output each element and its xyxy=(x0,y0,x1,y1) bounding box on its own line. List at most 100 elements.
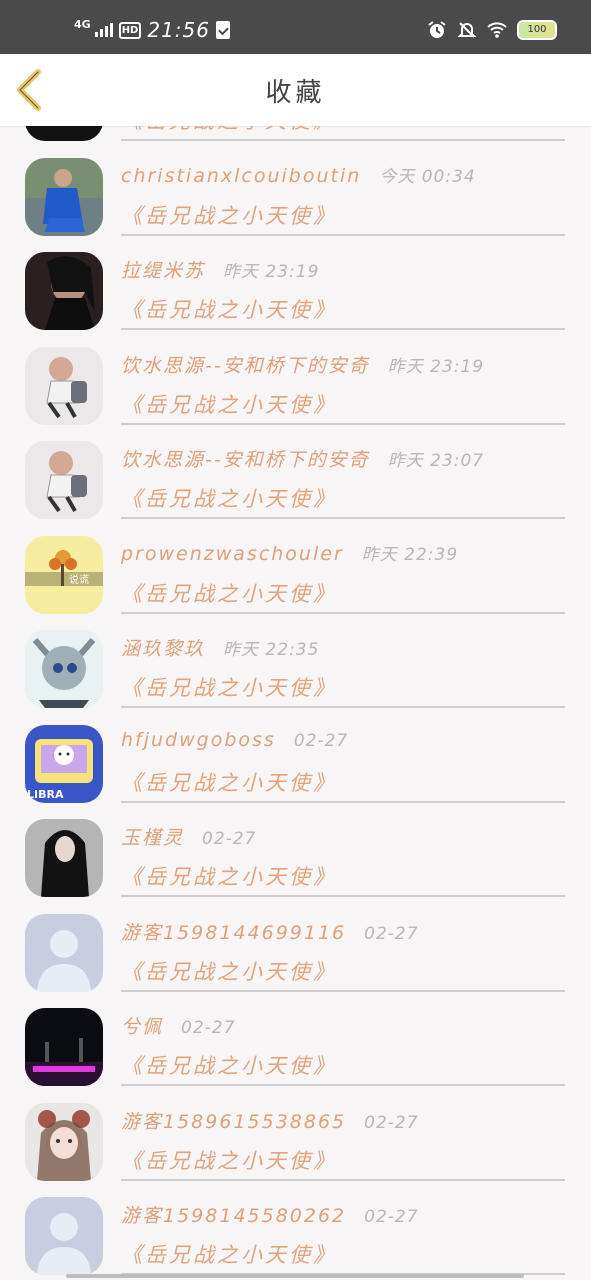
user-name[interactable]: 游客1598145580262 02-27 xyxy=(121,1201,419,1228)
user-name-text: 游客1598144699116 xyxy=(121,921,347,944)
list-item[interactable]: 拉缇米苏 昨天 23:19 《岳兄战之小天使》 xyxy=(0,238,591,333)
timestamp: 昨天 23:07 xyxy=(387,451,485,471)
avatar[interactable] xyxy=(25,630,103,708)
divider xyxy=(121,422,565,425)
hd-icon: HD xyxy=(118,21,142,39)
divider xyxy=(121,800,565,803)
list-item[interactable]: 饮水思源--安和桥下的安奇 昨天 23:07 《岳兄战之小天使》 xyxy=(0,427,591,522)
dark-skull-avatar xyxy=(25,126,103,141)
svg-text:LIBRA: LIBRA xyxy=(27,788,64,801)
list-item[interactable]: 饮水思源--安和桥下的安奇 昨天 23:19 《岳兄战之小天使》 xyxy=(0,333,591,428)
avatar[interactable] xyxy=(25,1102,103,1181)
wifi-icon xyxy=(487,22,507,38)
home-indicator[interactable] xyxy=(66,1274,524,1278)
work-title[interactable]: 《岳兄战之小天使》 xyxy=(121,200,337,230)
work-title[interactable]: 《岳兄战之小天使》 xyxy=(121,672,337,702)
avatar[interactable] xyxy=(25,441,103,519)
avatar[interactable] xyxy=(25,1008,103,1086)
anime-girl-backpack-avatar xyxy=(25,441,103,519)
user-name[interactable]: 玉槿灵 02-27 xyxy=(121,823,256,850)
list-item[interactable]: christianxlcouiboutin 今天 00:34 《岳兄战之小天使》 xyxy=(0,144,591,239)
page-title: 收藏 xyxy=(265,78,326,108)
avatar[interactable] xyxy=(25,346,103,425)
avatar[interactable] xyxy=(25,913,103,992)
work-title[interactable]: 《岳兄战之小天使》 xyxy=(121,389,337,419)
default-person-avatar xyxy=(25,1197,103,1275)
user-name-text: christianxlcouiboutin xyxy=(121,164,362,187)
work-title[interactable]: 《岳兄战之小天使》 xyxy=(121,294,337,324)
alarm-icon xyxy=(428,21,446,38)
user-name[interactable]: 涵玖黎玖 昨天 22:35 xyxy=(121,634,319,661)
divider xyxy=(121,1178,565,1181)
timestamp: 02-27 xyxy=(364,923,419,944)
user-name[interactable]: hfjudwgoboss 02-27 xyxy=(121,729,348,751)
list-item[interactable]: 游客1598144699116 02-27 《岳兄战之小天使》 xyxy=(0,900,591,995)
timestamp: 昨天 23:19 xyxy=(223,262,320,282)
timestamp: 02-27 xyxy=(364,1112,419,1133)
favorites-list[interactable]: 《岳兄战之小天使》 christianxlcouiboutin 今天 00:34 《岳… xyxy=(0,126,591,1280)
user-name-text: 游客1589615538865 xyxy=(121,1110,347,1133)
avatar[interactable]: 说谎 xyxy=(25,535,103,614)
dark-girl-avatar xyxy=(25,252,103,330)
user-name-text: 拉缇米苏 xyxy=(121,260,206,282)
divider xyxy=(121,611,565,614)
work-title[interactable]: 《岳兄战之小天使》 xyxy=(121,767,337,797)
libra-cartoon-avatar: LIBRA xyxy=(25,724,103,803)
work-title[interactable]: 《岳兄战之小天使》 xyxy=(121,1145,337,1175)
network-type: 4G xyxy=(74,17,91,31)
user-name[interactable]: 兮佩 02-27 xyxy=(121,1012,235,1039)
divider xyxy=(121,328,565,330)
anime-cat-boy-avatar xyxy=(25,630,103,708)
user-name-text: 兮佩 xyxy=(121,1016,164,1038)
clipboard-icon xyxy=(216,21,230,39)
list-item[interactable]: 游客1589615538865 02-27 《岳兄战之小天使》 xyxy=(0,1089,591,1184)
work-title[interactable]: 《岳兄战之小天使》 xyxy=(121,956,337,986)
work-title[interactable]: 《岳兄战之小天使》 xyxy=(121,1239,337,1269)
signal-icon xyxy=(94,23,113,37)
user-name-text: 游客1598145580262 xyxy=(121,1205,347,1227)
avatar[interactable] xyxy=(25,819,103,897)
status-right: 100 xyxy=(427,20,557,40)
list-item[interactable]: LIBRA hfjudwgoboss 02-27 《岳兄战之小天使》 xyxy=(0,711,591,806)
status-bar: 4G HD 21:56 100 xyxy=(0,0,591,54)
work-title[interactable]: 《岳兄战之小天使》 xyxy=(121,126,337,135)
user-name[interactable]: prowenzwaschouler 昨天 22:39 xyxy=(121,540,458,565)
work-title[interactable]: 《岳兄战之小天使》 xyxy=(121,578,337,608)
divider xyxy=(121,139,565,141)
avatar[interactable] xyxy=(25,1197,103,1275)
divider xyxy=(121,895,565,897)
user-name[interactable]: 饮水思源--安和桥下的安奇 昨天 23:07 xyxy=(121,445,484,472)
work-title[interactable]: 《岳兄战之小天使》 xyxy=(121,1050,337,1080)
user-name-text: 饮水思源--安和桥下的安奇 xyxy=(121,449,370,471)
list-item[interactable]: 《岳兄战之小天使》 xyxy=(0,126,591,144)
divider xyxy=(121,517,565,519)
avatar[interactable]: LIBRA xyxy=(25,724,103,803)
timestamp: 02-27 xyxy=(181,1018,236,1038)
avatar[interactable] xyxy=(25,126,103,141)
divider xyxy=(121,1084,565,1086)
divider xyxy=(121,989,565,992)
user-name-text: prowenzwaschouler xyxy=(121,542,344,565)
list-item[interactable]: 玉槿灵 02-27 《岳兄战之小天使》 xyxy=(0,805,591,900)
status-time: 21:56 xyxy=(147,18,210,42)
flowers-yellow-avatar: 说谎 xyxy=(25,535,103,614)
timestamp: 昨天 23:19 xyxy=(387,356,485,377)
user-name[interactable]: 游客1589615538865 02-27 xyxy=(121,1107,419,1134)
timestamp: 02-27 xyxy=(364,1207,419,1227)
work-title[interactable]: 《岳兄战之小天使》 xyxy=(121,483,337,513)
user-name[interactable]: 饮水思源--安和桥下的安奇 昨天 23:19 xyxy=(121,351,484,378)
list-item[interactable]: 涵玖黎玖 昨天 22:35 《岳兄战之小天使》 xyxy=(0,616,591,711)
avatar[interactable] xyxy=(25,252,103,330)
list-item[interactable]: 说谎 prowenzwaschouler 昨天 22:39 《岳兄战之小天使》 xyxy=(0,522,591,617)
list-item[interactable]: 游客1598145580262 02-27 《岳兄战之小天使》 xyxy=(0,1183,591,1278)
night-neon-avatar xyxy=(25,1008,103,1086)
user-name[interactable]: 游客1598144699116 02-27 xyxy=(121,918,419,945)
user-name[interactable]: christianxlcouiboutin 今天 00:34 xyxy=(121,162,476,187)
anime-girl-backpack-avatar xyxy=(25,346,103,425)
user-name[interactable]: 拉缇米苏 昨天 23:19 xyxy=(121,256,319,283)
list-item[interactable]: 兮佩 02-27 《岳兄战之小天使》 xyxy=(0,994,591,1089)
user-name-text: 玉槿灵 xyxy=(121,827,185,849)
timestamp: 02-27 xyxy=(202,829,257,849)
work-title[interactable]: 《岳兄战之小天使》 xyxy=(121,861,337,891)
avatar[interactable] xyxy=(25,157,103,236)
